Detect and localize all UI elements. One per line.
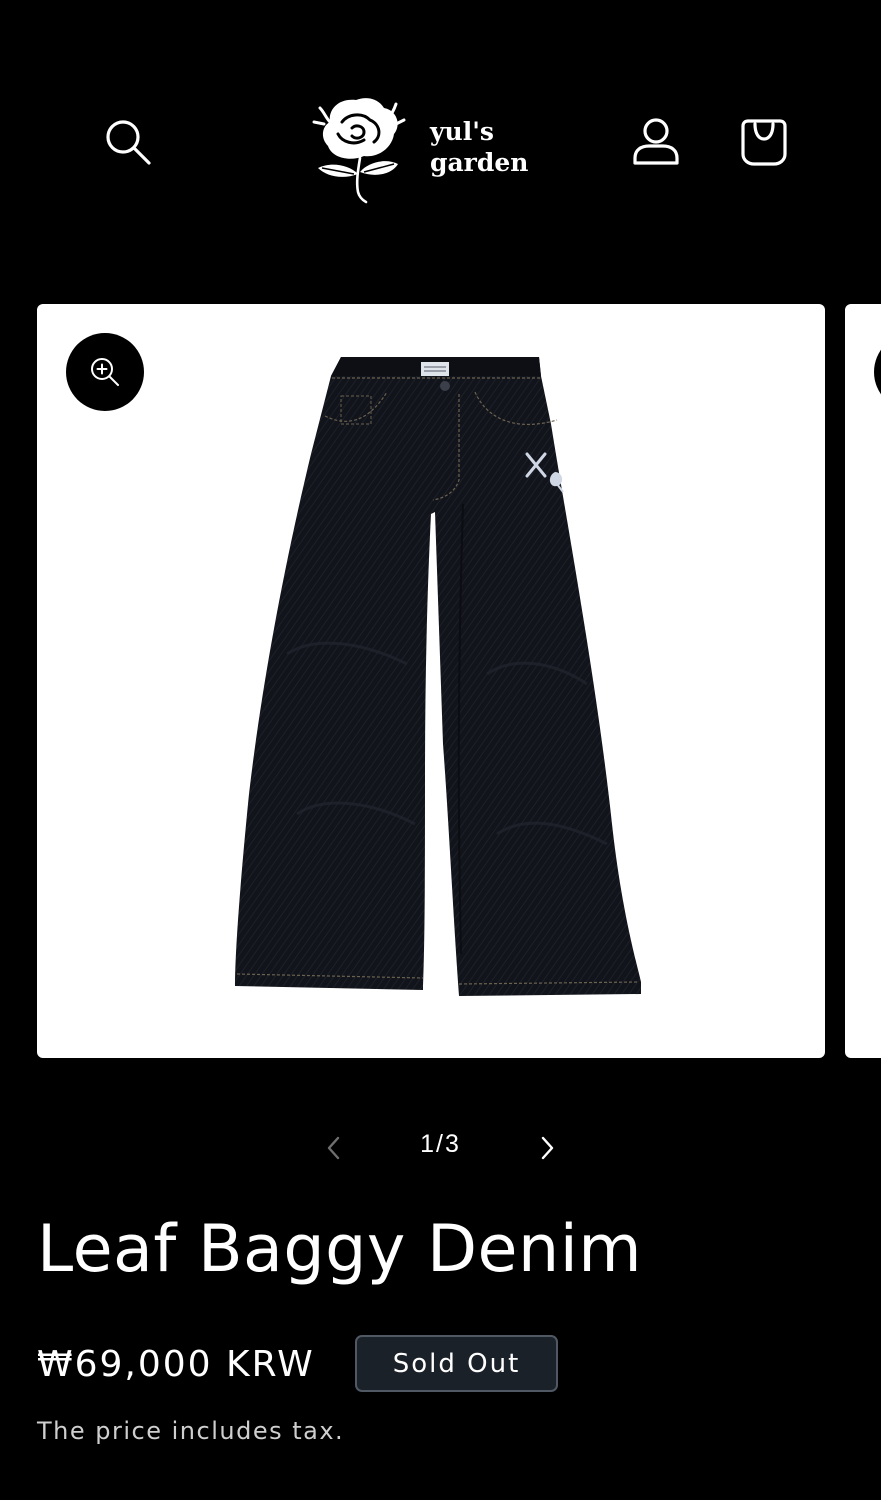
total-slides: 3: [444, 1130, 460, 1158]
brand-line-1: yul's: [430, 117, 494, 146]
cart-button[interactable]: [732, 110, 796, 174]
site-header: yul's garden: [0, 0, 881, 280]
slider-navigation: 1/3: [0, 1118, 881, 1178]
brand-logo-link[interactable]: yul's garden: [300, 88, 540, 208]
counter-separator: /: [436, 1130, 444, 1158]
sold-out-badge: Sold Out: [355, 1335, 558, 1392]
chevron-left-icon: [327, 1136, 340, 1160]
product-image-slide[interactable]: [37, 304, 825, 1058]
zoom-button[interactable]: [66, 333, 144, 411]
next-slide-button[interactable]: [525, 1126, 569, 1170]
zoom-in-icon: [91, 358, 119, 386]
current-slide: 1: [420, 1130, 436, 1158]
account-button[interactable]: [626, 110, 686, 174]
next-image-peek[interactable]: [845, 304, 881, 1058]
account-icon: [633, 118, 679, 165]
search-button[interactable]: [96, 110, 160, 174]
brand-line-2: garden: [430, 148, 529, 177]
tax-note: The price includes tax.: [37, 1417, 345, 1445]
zoom-button-peek: [874, 333, 881, 411]
product-title: Leaf Baggy Denim: [37, 1212, 643, 1287]
rose-logo-icon: [312, 98, 406, 204]
previous-slide-button[interactable]: [312, 1126, 356, 1170]
chevron-right-icon: [541, 1136, 554, 1160]
brand-wordmark: yul's garden: [430, 116, 528, 178]
product-gallery: [0, 304, 881, 1060]
search-icon: [106, 120, 151, 165]
cart-icon: [741, 119, 787, 166]
product-image-jeans: [235, 357, 641, 996]
slide-counter: 1/3: [380, 1130, 500, 1159]
product-price: ₩69,000 KRW: [37, 1344, 315, 1385]
